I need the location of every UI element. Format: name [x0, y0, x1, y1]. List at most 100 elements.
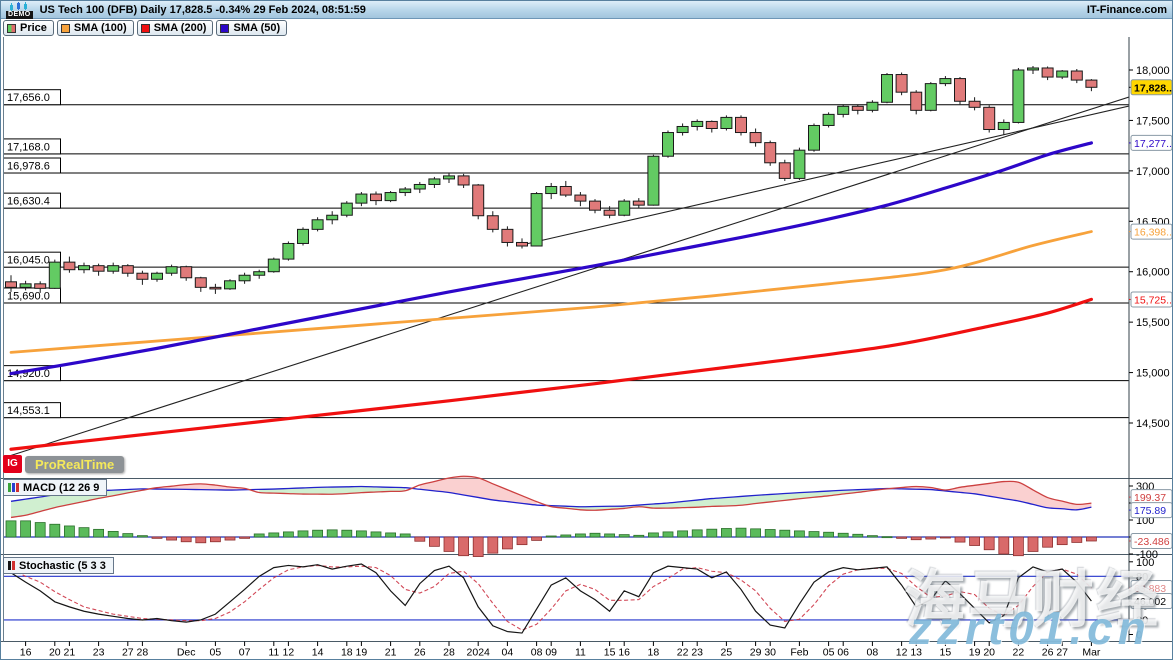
- prorealtime-logo[interactable]: ProRealTime: [25, 456, 124, 473]
- macd-histogram-bar: [64, 526, 74, 537]
- price-tick-label: 17,500: [1136, 115, 1170, 127]
- legend-label: SMA (50): [233, 22, 280, 34]
- macd-histogram-bar: [926, 537, 936, 539]
- macd-histogram-bar: [444, 537, 454, 551]
- stoch-tick-label: 100: [1136, 557, 1154, 569]
- time-tick-label: 15: [940, 647, 952, 659]
- time-tick-label: 21: [64, 647, 76, 659]
- candle: [590, 201, 601, 210]
- time-tick-label: 16: [618, 647, 630, 659]
- candle: [64, 262, 75, 270]
- candle: [852, 106, 863, 110]
- level-label: 16,630.4: [7, 196, 50, 208]
- candle: [166, 267, 177, 274]
- chart-window: 17,656.017,168.016,978.616,630.416,045.0…: [0, 0, 1173, 660]
- time-tick-label: 07: [239, 647, 251, 659]
- time-tick-label: 18: [341, 647, 353, 659]
- candle: [283, 243, 294, 259]
- macd-histogram-bar: [940, 537, 950, 538]
- macd-histogram-bar: [882, 537, 892, 538]
- candle: [765, 143, 776, 163]
- candle: [122, 266, 133, 274]
- legend-swatch-icon: [220, 24, 229, 33]
- level-lines: [3, 90, 1129, 418]
- time-tick-label: 08: [867, 647, 879, 659]
- candle: [487, 216, 498, 230]
- macd-histogram-bar: [867, 536, 877, 537]
- macd-histogram-bar: [634, 535, 644, 537]
- candle: [633, 201, 644, 205]
- macd-histogram-bar: [459, 537, 469, 556]
- candle: [458, 176, 469, 185]
- macd-histogram-bar: [50, 524, 60, 537]
- macd-histogram-bar: [794, 531, 804, 537]
- macd-histogram-bar: [721, 529, 731, 538]
- time-tick-label: 19: [969, 647, 981, 659]
- sma200-line: [11, 299, 1091, 449]
- candle: [152, 273, 163, 279]
- time-tick-label: 26: [1042, 647, 1054, 659]
- candle: [677, 126, 688, 132]
- time-tick-label: 26: [414, 647, 426, 659]
- legend-label: SMA (100): [74, 22, 127, 34]
- value-badge-label: 199.37: [1134, 492, 1166, 504]
- time-tick-label: 05: [823, 647, 835, 659]
- macd-histogram-bar: [415, 537, 425, 541]
- candle: [750, 133, 761, 143]
- stochastic-label-chip[interactable]: Stochastic (5 3 3: [3, 557, 114, 574]
- candle: [108, 266, 119, 272]
- value-badge-label: -23.486: [1134, 536, 1170, 548]
- stoch-tick-label: 0: [1136, 630, 1142, 642]
- candle: [619, 201, 630, 215]
- macd-histogram-bar: [371, 532, 381, 537]
- stochastic-k-line: [11, 564, 1091, 633]
- macd-histogram-bar: [911, 537, 921, 540]
- legend-item-price[interactable]: Price: [3, 20, 54, 36]
- candle: [838, 106, 849, 114]
- macd-histogram-bar: [648, 533, 658, 537]
- candle: [385, 193, 396, 201]
- candle: [1086, 80, 1097, 87]
- candle: [560, 186, 571, 195]
- legend-item-sma-100[interactable]: SMA (100): [57, 20, 134, 36]
- time-tick-label: 20: [49, 647, 61, 659]
- macd-histogram-bar: [94, 529, 104, 537]
- macd-histogram-bar: [240, 537, 250, 538]
- macd-histogram-bar: [955, 537, 965, 542]
- time-tick-label: 16: [20, 647, 32, 659]
- macd-histogram-bar: [1072, 537, 1082, 542]
- macd-histogram-bar: [327, 530, 337, 537]
- sma100-line: [11, 232, 1091, 353]
- candle: [721, 117, 732, 128]
- candle: [35, 284, 46, 289]
- macd-histogram-bar: [429, 537, 439, 546]
- candle: [546, 186, 557, 193]
- value-badge-label: 63.883: [1134, 583, 1166, 595]
- candle: [341, 203, 352, 215]
- brand-link[interactable]: IT-Finance.com: [1087, 4, 1167, 16]
- legend-item-sma-50[interactable]: SMA (50): [216, 20, 287, 36]
- macd-label-chip[interactable]: MACD (12 26 9: [3, 479, 107, 496]
- prorealtime-overlay: IG ProRealTime: [3, 455, 124, 473]
- macd-histogram-bar: [692, 530, 702, 537]
- macd-histogram-bar: [473, 537, 483, 557]
- value-badge-label: 17,828..: [1134, 82, 1172, 94]
- macd-histogram-bar: [137, 536, 147, 537]
- candle: [298, 229, 309, 243]
- macd-histogram-bar: [35, 523, 45, 537]
- chart-canvas[interactable]: 17,656.017,168.016,978.616,630.416,045.0…: [1, 1, 1173, 660]
- candle: [254, 272, 265, 276]
- macd-histogram-bar: [517, 537, 527, 545]
- macd-histogram-bar: [561, 535, 571, 537]
- macd-histogram-bar: [824, 532, 834, 537]
- time-tick-label: 13: [910, 647, 922, 659]
- value-badge-label: 15,725..: [1134, 294, 1172, 306]
- candle: [809, 125, 820, 150]
- candle: [225, 281, 236, 289]
- macd-histogram-bar: [1057, 537, 1067, 545]
- macd-histogram-bar: [546, 536, 556, 537]
- candle: [6, 282, 17, 288]
- time-tick-label: Mar: [1082, 647, 1101, 659]
- candle: [867, 102, 878, 110]
- legend-item-sma-200[interactable]: SMA (200): [137, 20, 214, 36]
